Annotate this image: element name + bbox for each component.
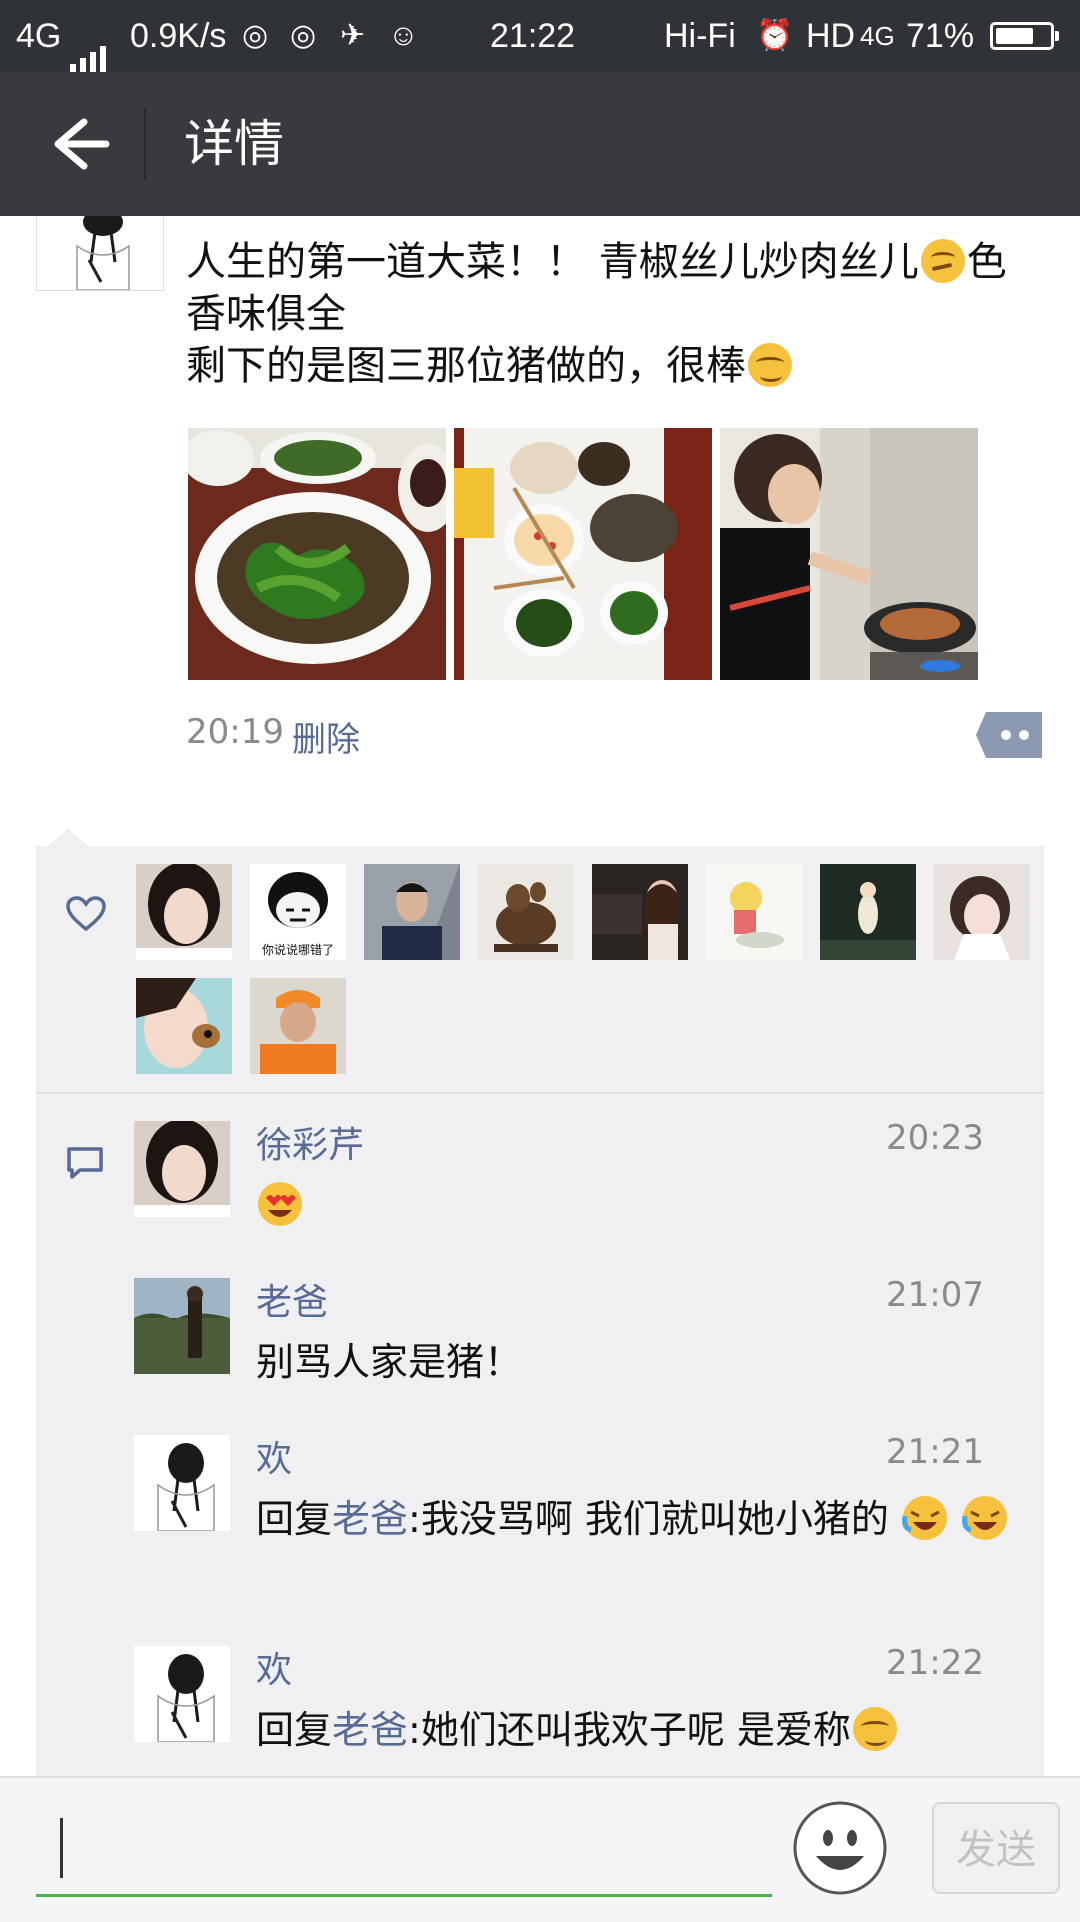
laughing-tears-emoji-icon (902, 1496, 948, 1540)
battery-percent: 71% (906, 17, 975, 55)
like-avatar-4[interactable] (478, 864, 574, 960)
comment-time: 20:23 (886, 1118, 984, 1158)
status-bar: 4G 0.9K/s ◎ ◎ ✈ ☺ 21:22 Hi-Fi ⏰ HD 4G 71… (0, 0, 1080, 75)
back-arrow-icon[interactable] (36, 108, 112, 180)
comment-time: 21:22 (886, 1643, 984, 1683)
panel-pointer (46, 828, 90, 848)
comment-avatar-4[interactable] (134, 1646, 230, 1742)
like-avatar-6[interactable] (706, 864, 802, 960)
post-photo-1[interactable] (188, 428, 446, 680)
post-line-3: 剩下的是图三那位猪做的，很棒 (186, 343, 746, 389)
weibo-icon-2: ◎ (290, 19, 317, 52)
nav-bar: 详情 (0, 72, 1080, 216)
post-text: 人生的第一道大菜！！ 青椒丝儿炒肉丝儿 色 香味俱全 剩下的是图三那位猪做的，很棒 (186, 236, 1046, 392)
clock-time: 21:22 (490, 17, 576, 55)
like-avatar-2-caption: 你说说哪错了 (262, 942, 334, 957)
send-app-icon: ✈ (340, 19, 366, 52)
like-avatar-9[interactable] (136, 978, 232, 1074)
comment-author[interactable]: 老爸 (256, 1273, 328, 1325)
like-avatar-2[interactable]: 你说说哪错了 (250, 864, 346, 960)
thinking-emoji-icon (920, 239, 965, 283)
signal-icon (70, 0, 110, 75)
like-avatar-7[interactable] (820, 864, 916, 960)
comment-text (256, 1178, 1016, 1232)
like-avatar-10[interactable] (250, 978, 346, 1074)
like-avatar-5[interactable] (592, 864, 688, 960)
comment-text: 回复老爸:她们还叫我欢子呢 是爱称 (256, 1703, 1016, 1757)
comment-time: 21:21 (886, 1432, 984, 1472)
post-line-1: 人生的第一道大菜！！ 青椒丝儿炒肉丝儿 (186, 239, 919, 285)
comment-icon (66, 1146, 104, 1180)
emoji-picker-icon[interactable] (792, 1800, 888, 1896)
network-type: 4G (16, 17, 62, 55)
reply-target-link[interactable]: 老爸 (332, 1708, 408, 1752)
like-avatar-8[interactable] (934, 864, 1030, 960)
author-avatar[interactable] (36, 216, 164, 291)
hifi-indicator: Hi-Fi (664, 17, 736, 55)
comment-avatar-1[interactable] (134, 1121, 230, 1217)
like-avatar-3[interactable] (364, 864, 460, 960)
network-speed: 0.9K/s (130, 17, 227, 55)
network-type-2: 4G (860, 21, 895, 51)
battery-icon (990, 22, 1059, 50)
post-line-1-tail: 色 (966, 239, 1007, 285)
comment-author[interactable]: 欢 (256, 1641, 292, 1693)
more-options-icon[interactable] (976, 712, 1042, 758)
post-photo-2[interactable] (454, 428, 712, 680)
weibo-icon: ◎ (242, 19, 269, 52)
text-caret (60, 1818, 63, 1878)
heart-eyes-emoji-icon (258, 1182, 302, 1226)
page-title: 详情 (184, 115, 284, 173)
alarm-icon: ⏰ (756, 19, 794, 52)
post-timestamp: 20:19 (186, 712, 284, 752)
android-icon: ☺ (388, 19, 419, 52)
comment-text: 别骂人家是猪！ (256, 1340, 523, 1384)
post-photo-3[interactable] (720, 428, 978, 680)
comment-avatar-3[interactable] (134, 1435, 230, 1531)
smirk-emoji-icon (748, 343, 792, 387)
smirk-emoji-icon (852, 1707, 897, 1751)
post-line-2: 香味俱全 (186, 291, 346, 337)
like-avatar-1[interactable] (136, 864, 232, 960)
comment-author[interactable]: 徐彩芹 (256, 1116, 364, 1168)
comment-time: 21:07 (886, 1275, 984, 1315)
laughing-tears-emoji-icon (962, 1496, 1008, 1540)
heart-icon (66, 896, 106, 932)
comment-text: 回复老爸:我没骂啊 我们就叫她小猪的 (256, 1492, 1016, 1546)
comment-author[interactable]: 欢 (256, 1430, 292, 1482)
send-button[interactable]: 发送 (932, 1802, 1060, 1894)
comment-input[interactable] (36, 1800, 772, 1897)
nav-divider (144, 108, 146, 180)
delete-link[interactable]: 删除 (292, 712, 360, 761)
comment-avatar-2[interactable] (134, 1278, 230, 1374)
hd-indicator: HD (806, 17, 856, 55)
likes-divider (36, 1092, 1044, 1094)
reply-target-link[interactable]: 老爸 (332, 1497, 408, 1541)
